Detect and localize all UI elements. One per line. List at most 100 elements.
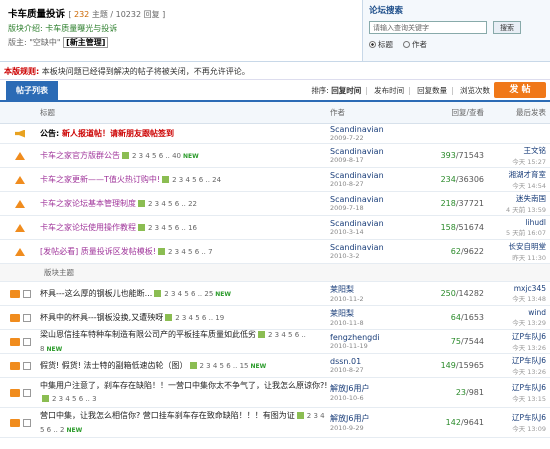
- author-link[interactable]: Scandinavian: [330, 147, 384, 156]
- page-links[interactable]: 2 3 4 5 6 .. 19: [175, 314, 224, 322]
- col-replies: 回复/查看: [451, 108, 484, 117]
- page-links[interactable]: 2 3 4 5 6 .. 40: [132, 152, 181, 160]
- author-link[interactable]: fengzhengdi: [330, 333, 380, 342]
- page-links[interactable]: 2 3 4 5 6 .. 15: [200, 362, 249, 370]
- author-link[interactable]: Scandinavian: [330, 171, 384, 180]
- page-links[interactable]: 2 3 4 5 6 .. 7: [168, 248, 213, 256]
- attachment-icon: [296, 411, 304, 419]
- last-post-time[interactable]: 今天 13:48: [484, 293, 546, 303]
- new-post-button[interactable]: 发 帖: [494, 82, 546, 98]
- select-checkbox[interactable]: [22, 361, 31, 370]
- page-links[interactable]: 2 3 4 5 6 .. 24: [172, 176, 221, 184]
- mods-label: 版主:: [8, 38, 27, 47]
- last-post-time[interactable]: 今天 14:54: [484, 180, 546, 190]
- attachment-icon: [158, 248, 165, 255]
- last-poster-link[interactable]: 辽P车队J6: [484, 355, 546, 366]
- thread-title[interactable]: 杯具---这么厚的钢板儿也能断...: [40, 289, 152, 298]
- reply-count: 250: [440, 289, 456, 298]
- last-post-time[interactable]: 今天 13:26: [484, 342, 546, 352]
- thread-title[interactable]: 假货! 假货! 法士特的副箱低速齿轮（图）: [40, 361, 188, 370]
- page-links[interactable]: 2 3 4 5 6 .. 25: [164, 290, 213, 298]
- thread-title[interactable]: 卡车之家论坛使用操作教程: [40, 223, 136, 232]
- select-checkbox[interactable]: [22, 313, 31, 322]
- author-link[interactable]: 莱阳梨: [330, 285, 354, 294]
- thread-title[interactable]: [发帖必看] 质量投诉区发帖模板!: [40, 247, 156, 256]
- thread-title[interactable]: 梁山恩信挂车特种车制造有限公司产的平板挂车质量如此低劣: [40, 330, 256, 339]
- announcement-row: 公告: 新人报道帖！请新朋友跟帖签到 Scandinavian 2009-7-22: [0, 124, 550, 144]
- sort-post-time[interactable]: 发布时间: [374, 86, 404, 95]
- last-poster-link[interactable]: wind: [484, 308, 546, 317]
- view-count: 9641: [463, 418, 484, 427]
- select-checkbox[interactable]: [22, 418, 31, 427]
- select-checkbox[interactable]: [22, 388, 31, 397]
- radio-author[interactable]: 作者: [403, 39, 427, 50]
- last-poster-link[interactable]: 辽P车队J6: [484, 382, 546, 393]
- forum-intro: 版块介绍: 卡车质量曝光与投诉: [8, 24, 118, 33]
- announce-text[interactable]: 新人报道帖！请新朋友跟帖签到: [62, 129, 174, 138]
- author-link[interactable]: 莱阳梨: [330, 309, 354, 318]
- folder-icon: [9, 388, 20, 397]
- page-links[interactable]: 2 3 4 5 6 .. 3: [52, 395, 97, 403]
- new-badge: NEW: [250, 362, 267, 370]
- mod-link[interactable]: [新主管理]: [63, 37, 109, 48]
- last-post-time[interactable]: 5 天前 16:07: [484, 227, 546, 237]
- last-post-time[interactable]: 今天 15:27: [484, 156, 546, 166]
- last-post-time[interactable]: 今天 13:15: [484, 393, 546, 403]
- search-input[interactable]: 请输入查询关键字: [369, 21, 487, 34]
- last-poster-link[interactable]: 辽P车队J6: [484, 412, 546, 423]
- announcement-icon: [15, 129, 25, 138]
- section-label: 版块主题: [44, 268, 74, 277]
- announcement-title[interactable]: 公告: 新人报道帖！请新朋友跟帖签到: [40, 128, 330, 139]
- author-link[interactable]: 解放J6用户: [330, 414, 369, 423]
- last-poster-link[interactable]: 王文铭: [484, 145, 547, 156]
- forum-name[interactable]: 卡车质量投诉: [8, 9, 65, 20]
- select-checkbox[interactable]: [22, 337, 31, 346]
- last-post-time[interactable]: 今天 13:09: [484, 423, 546, 433]
- radio-dot-icon: [369, 41, 376, 48]
- last-poster-link[interactable]: mxjc345: [484, 284, 546, 293]
- thread-title[interactable]: 中集用户注意了，刹车存在缺陷！！一营口中集你太不争气了，让我怎么原谅你?!: [40, 381, 327, 390]
- thread-title[interactable]: 营口中集，让我怎么相信你? 营口挂车刹车存在致命缺陷！！！有图为证: [40, 411, 295, 420]
- view-count: 1653: [463, 313, 484, 322]
- sort-reply-time[interactable]: 回复时间: [331, 86, 361, 95]
- author-link[interactable]: Scandinavian: [330, 195, 384, 204]
- last-poster-link[interactable]: 迷失南国: [484, 193, 546, 204]
- forum-rules: 本版规则: 本板块问题已经得到解决的帖子将被关闭，不再允许评论。: [0, 62, 550, 80]
- last-poster-link[interactable]: 长安自明堂: [484, 241, 547, 252]
- sort-reply-count[interactable]: 回复数量: [417, 86, 447, 95]
- view-count: 7544: [463, 337, 484, 346]
- sort-view-count[interactable]: 浏览次数: [460, 86, 490, 95]
- last-post-time[interactable]: 昨天 11:30: [484, 252, 546, 262]
- thread-title[interactable]: 杯具中的杯具---钢板没换,又遭殃呀: [40, 313, 163, 322]
- last-poster-link[interactable]: 湘湖才育室: [484, 169, 547, 180]
- pinned-arrow-icon: [15, 223, 25, 232]
- view-count: 14282: [458, 289, 484, 298]
- sticky-thread-row: [发帖必看] 质量投诉区发帖模板! 2 3 4 5 6 .. 7 Scandinav…: [0, 240, 550, 264]
- thread-title[interactable]: 卡车之家论坛基本管理制度: [40, 199, 136, 208]
- last-poster-link[interactable]: 辽P车队J6: [484, 331, 546, 342]
- new-badge: NEW: [182, 153, 199, 160]
- author-link[interactable]: Scandinavian: [330, 219, 384, 228]
- radio-title-label: 标题: [378, 40, 393, 49]
- author-link[interactable]: Scandinavian: [330, 243, 384, 252]
- thread-title[interactable]: 卡车之家官方版群公告: [40, 151, 120, 160]
- last-post-time[interactable]: 4 天前 13:59: [484, 204, 546, 214]
- last-post-time[interactable]: 今天 13:26: [484, 366, 546, 376]
- radio-title[interactable]: 标题: [369, 39, 393, 50]
- author-link[interactable]: Scandinavian: [330, 125, 384, 134]
- select-checkbox[interactable]: [22, 289, 31, 298]
- last-post-time[interactable]: 今天 13:29: [484, 317, 546, 327]
- author-link[interactable]: 解放J6用户: [330, 384, 369, 393]
- folder-icon: [9, 418, 20, 427]
- search-label: 论坛搜索: [369, 6, 404, 16]
- search-button[interactable]: 搜索: [493, 21, 521, 34]
- thread-title[interactable]: 卡车之家更新——T值火热订购中!: [40, 175, 160, 184]
- tab-thread-list[interactable]: 帖子列表: [6, 81, 58, 100]
- post-date: 2009-7-22: [330, 134, 364, 142]
- radio-author-label: 作者: [412, 40, 427, 49]
- page-links[interactable]: 2 3 4 5 6 .. 16: [148, 224, 197, 232]
- last-poster-link[interactable]: lihudl: [484, 218, 546, 227]
- view-count: 36306: [458, 175, 484, 184]
- author-link[interactable]: dssn.01: [330, 357, 361, 366]
- page-links[interactable]: 2 3 4 5 6 .. 22: [148, 200, 197, 208]
